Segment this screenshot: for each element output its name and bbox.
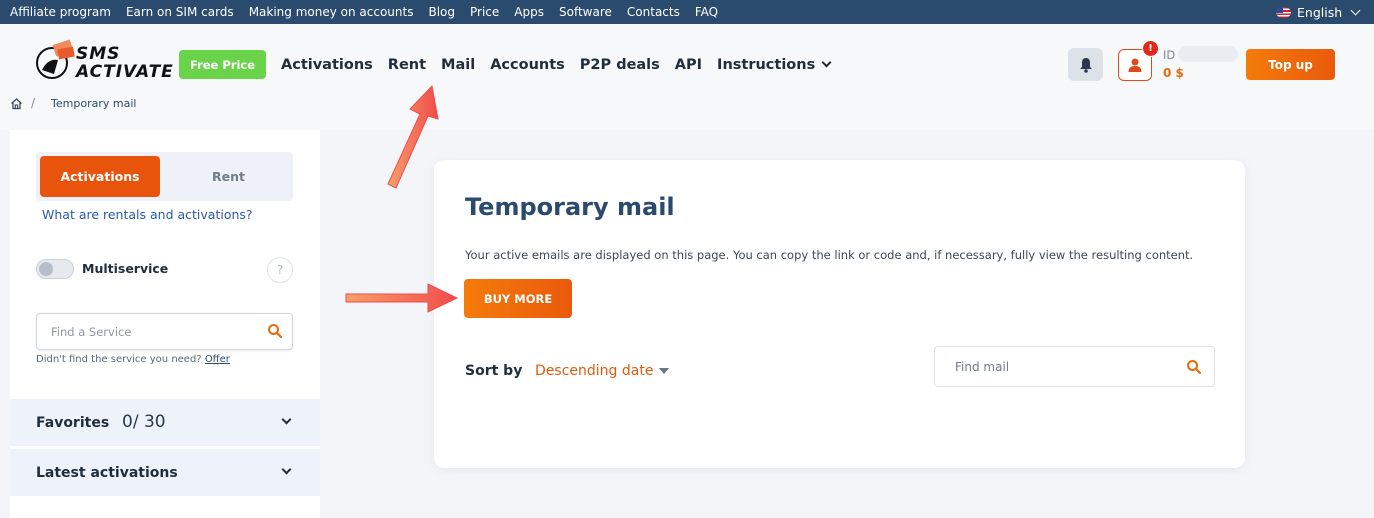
mail-search-input[interactable] (955, 347, 1175, 386)
home-icon[interactable] (10, 97, 23, 110)
nav-instructions[interactable]: Instructions (717, 56, 832, 73)
page-title: Temporary mail (465, 193, 675, 221)
caret-down-icon (659, 368, 670, 374)
multiservice-toggle[interactable] (36, 259, 74, 279)
user-id-value-redacted (1178, 46, 1238, 62)
chevron-down-icon (281, 414, 292, 425)
top-links: Affiliate program Earn on SIM cards Maki… (10, 0, 718, 24)
notifications-button[interactable] (1068, 48, 1103, 81)
top-link-faq[interactable]: FAQ (695, 5, 718, 19)
top-link-price[interactable]: Price (470, 5, 499, 19)
offer-link[interactable]: Offer (205, 354, 230, 365)
service-not-found-note: Didn't find the service you need? Offer (36, 354, 230, 365)
top-bar: Affiliate program Earn on SIM cards Maki… (0, 0, 1374, 24)
help-icon[interactable]: ? (267, 257, 293, 283)
top-link-making-money[interactable]: Making money on accounts (249, 5, 414, 19)
language-selector[interactable]: English (1276, 0, 1361, 24)
rentals-activations-info-link[interactable]: What are rentals and activations? (42, 207, 253, 222)
header: SMS ACTIVATE Free Price Activations Rent… (0, 24, 1374, 129)
multiservice-label: Multiservice (82, 261, 169, 276)
chevron-down-icon (281, 464, 292, 475)
user-icon (1128, 58, 1142, 72)
logo-text-sms: SMS (76, 44, 121, 64)
latest-activations-section[interactable]: Latest activations (10, 449, 320, 496)
language-label: English (1297, 4, 1343, 20)
top-up-button[interactable]: Top up (1246, 49, 1335, 80)
search-icon[interactable] (1186, 359, 1202, 375)
balance: 0 $ (1163, 66, 1184, 80)
nav-instructions-label: Instructions (717, 56, 816, 73)
tab-activations[interactable]: Activations (40, 156, 160, 197)
top-link-software[interactable]: Software (559, 5, 612, 19)
logo-mascot-icon (36, 39, 75, 79)
sort-value: Descending date (535, 363, 654, 379)
latest-activations-title: Latest activations (36, 465, 178, 481)
nav-activations[interactable]: Activations (281, 57, 373, 73)
tab-rent[interactable]: Rent (166, 156, 291, 197)
free-price-button[interactable]: Free Price (179, 50, 266, 79)
service-search-input[interactable] (51, 314, 251, 349)
page-description: Your active emails are displayed on this… (465, 248, 1194, 262)
mail-search (934, 346, 1215, 387)
nav-accounts[interactable]: Accounts (490, 57, 565, 73)
top-link-apps[interactable]: Apps (514, 5, 544, 19)
buy-more-button[interactable]: BUY MORE (464, 279, 572, 318)
nav-mail[interactable]: Mail (441, 57, 475, 73)
bell-icon (1079, 57, 1092, 73)
chevron-down-icon (1350, 5, 1361, 15)
chevron-down-icon (821, 57, 832, 68)
service-not-found-text: Didn't find the service you need? (36, 354, 202, 365)
logo[interactable]: SMS ACTIVATE (34, 38, 173, 84)
favorites-count: 0/ 30 (122, 412, 166, 432)
alert-badge: ! (1142, 40, 1159, 57)
breadcrumb-current: Temporary mail (51, 96, 137, 110)
search-icon[interactable] (267, 323, 283, 339)
top-link-contacts[interactable]: Contacts (627, 5, 680, 19)
mode-switch: Activations Rent (36, 152, 293, 201)
logo-text-activate: ACTIVATE (76, 62, 174, 82)
nav-api[interactable]: API (675, 57, 702, 73)
top-link-blog[interactable]: Blog (428, 5, 455, 19)
breadcrumb-separator: / (31, 96, 36, 110)
sidebar: Activations Rent What are rentals and ac… (10, 130, 320, 518)
favorites-title: Favorites (36, 415, 110, 431)
favorites-section[interactable]: Favorites 0/ 30 (10, 399, 320, 446)
breadcrumb: / Temporary mail (10, 96, 136, 110)
nav-p2p-deals[interactable]: P2P deals (580, 57, 660, 73)
temporary-mail-card: Temporary mail Your active emails are di… (434, 160, 1245, 468)
us-flag-icon (1276, 6, 1291, 18)
top-link-earn-sim[interactable]: Earn on SIM cards (126, 5, 234, 19)
sort-dropdown[interactable]: Descending date (535, 363, 670, 379)
main-nav: Activations Rent Mail Accounts P2P deals… (281, 50, 832, 79)
user-id-label: ID (1163, 48, 1176, 62)
sort-by-label: Sort by (465, 363, 523, 379)
service-search (36, 313, 293, 350)
nav-rent[interactable]: Rent (388, 57, 426, 73)
top-link-affiliate[interactable]: Affiliate program (10, 5, 111, 19)
